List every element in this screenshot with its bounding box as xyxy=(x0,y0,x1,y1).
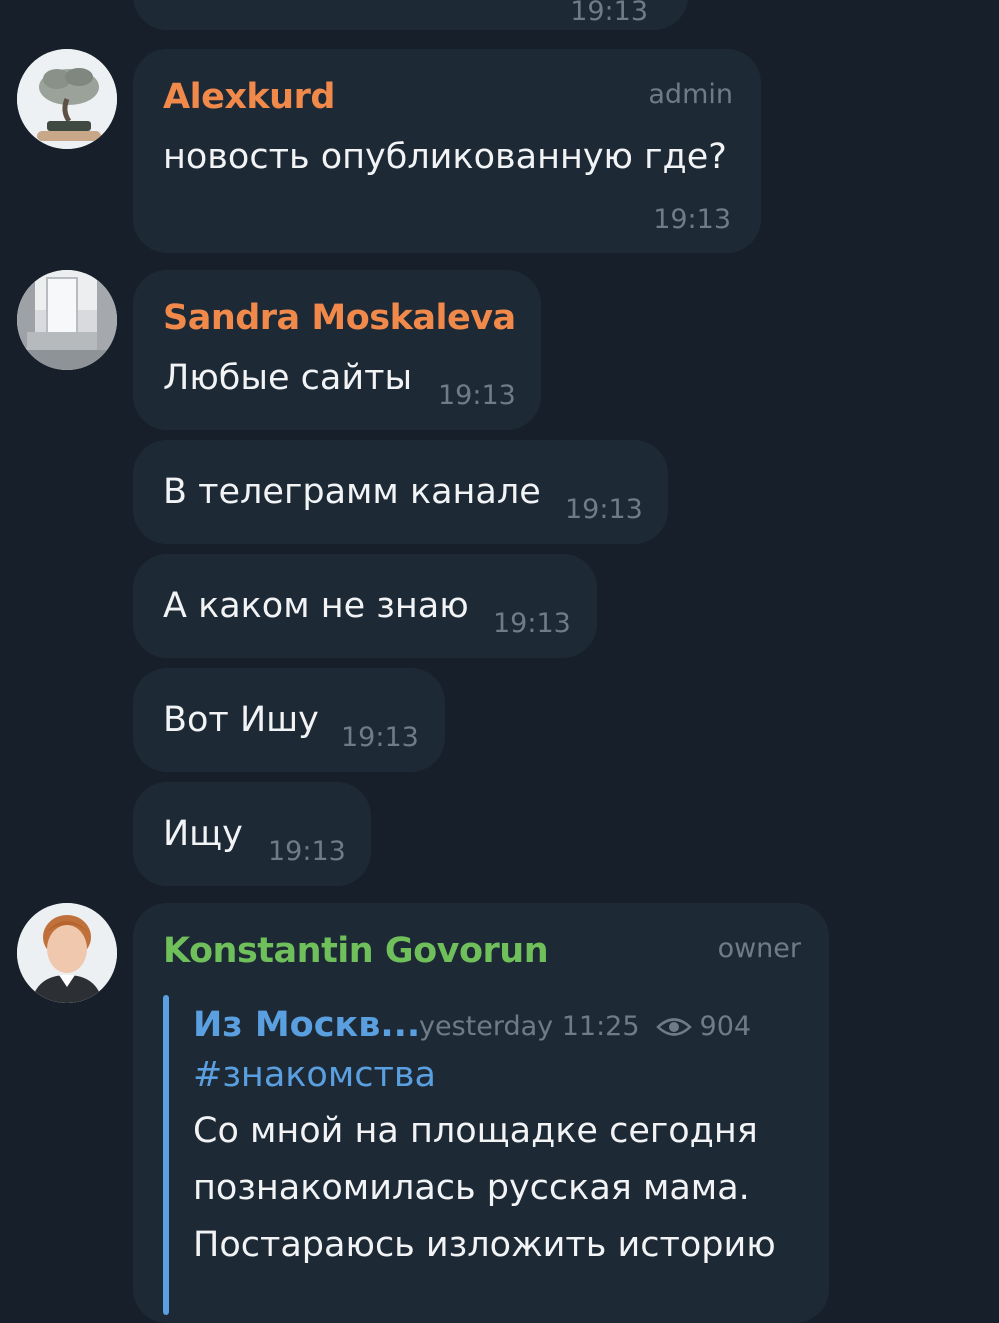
forwarded-text-line: Постараюсь изложить историю xyxy=(193,1225,776,1265)
message-bubble-sandra-5[interactable]: Ищу 19:13 xyxy=(133,782,371,886)
forwarded-meta: yesterday 11:25 904 xyxy=(419,1011,751,1042)
forward-quote-bar xyxy=(163,995,169,1315)
message-bubble-sandra-1[interactable]: Sandra Moskaleva Любые сайты 19:13 xyxy=(133,270,541,430)
message-bubble-alexkurd[interactable]: Alexkurd admin новость опубликованную гд… xyxy=(133,49,761,253)
avatar-alexkurd[interactable] xyxy=(17,49,117,149)
forwarded-date: yesterday 11:25 xyxy=(419,1011,640,1042)
message-text: Вот Ишу xyxy=(163,700,319,740)
sender-name[interactable]: Sandra Moskaleva xyxy=(163,298,516,338)
message-text: Любые сайты xyxy=(163,358,413,398)
sender-name[interactable]: Alexkurd xyxy=(163,77,335,117)
message-time: 19:13 xyxy=(570,0,648,27)
previous-message-bubble[interactable]: 19:13 xyxy=(133,0,688,30)
role-badge: admin xyxy=(648,79,733,110)
message-text: Ищу xyxy=(163,814,243,854)
message-bubble-sandra-4[interactable]: Вот Ишу 19:13 xyxy=(133,668,445,772)
message-text: В телеграмм канале xyxy=(163,472,541,512)
message-text: А каком не знаю xyxy=(163,586,469,626)
avatar-konstantin-govorun[interactable] xyxy=(17,903,117,1003)
message-time: 19:13 xyxy=(341,722,419,753)
message-bubble-konstantin[interactable]: Konstantin Govorun owner Из Москв... yes… xyxy=(133,903,829,1323)
role-badge: owner xyxy=(717,933,801,964)
forwarded-channel-name[interactable]: Из Москв... xyxy=(193,1005,420,1045)
forwarded-text-line: Со мной на площадке сегодня xyxy=(193,1111,758,1151)
sender-name[interactable]: Konstantin Govorun xyxy=(163,931,549,971)
message-time: 19:13 xyxy=(268,836,346,867)
forwarded-text-line: познакомилась русская мама. xyxy=(193,1168,750,1208)
message-text: новость опубликованную где? xyxy=(163,137,727,177)
person-avatar-icon xyxy=(17,903,117,1003)
forwarded-text: Со мной на площадке сегодня познакомилас… xyxy=(193,1103,776,1274)
avatar-sandra-moskaleva[interactable] xyxy=(17,270,117,370)
hashtag-link[interactable]: #знакомства xyxy=(193,1055,436,1095)
message-time: 19:13 xyxy=(565,494,643,525)
message-time: 19:13 xyxy=(438,380,516,411)
message-time: 19:13 xyxy=(653,204,731,235)
message-time: 19:13 xyxy=(493,608,571,639)
eye-icon xyxy=(655,1017,692,1036)
message-bubble-sandra-3[interactable]: А каком не знаю 19:13 xyxy=(133,554,597,658)
bonsai-avatar-icon xyxy=(17,49,117,149)
room-avatar-icon xyxy=(17,270,117,370)
message-bubble-sandra-2[interactable]: В телеграмм канале 19:13 xyxy=(133,440,668,544)
view-count: 904 xyxy=(699,1011,752,1042)
